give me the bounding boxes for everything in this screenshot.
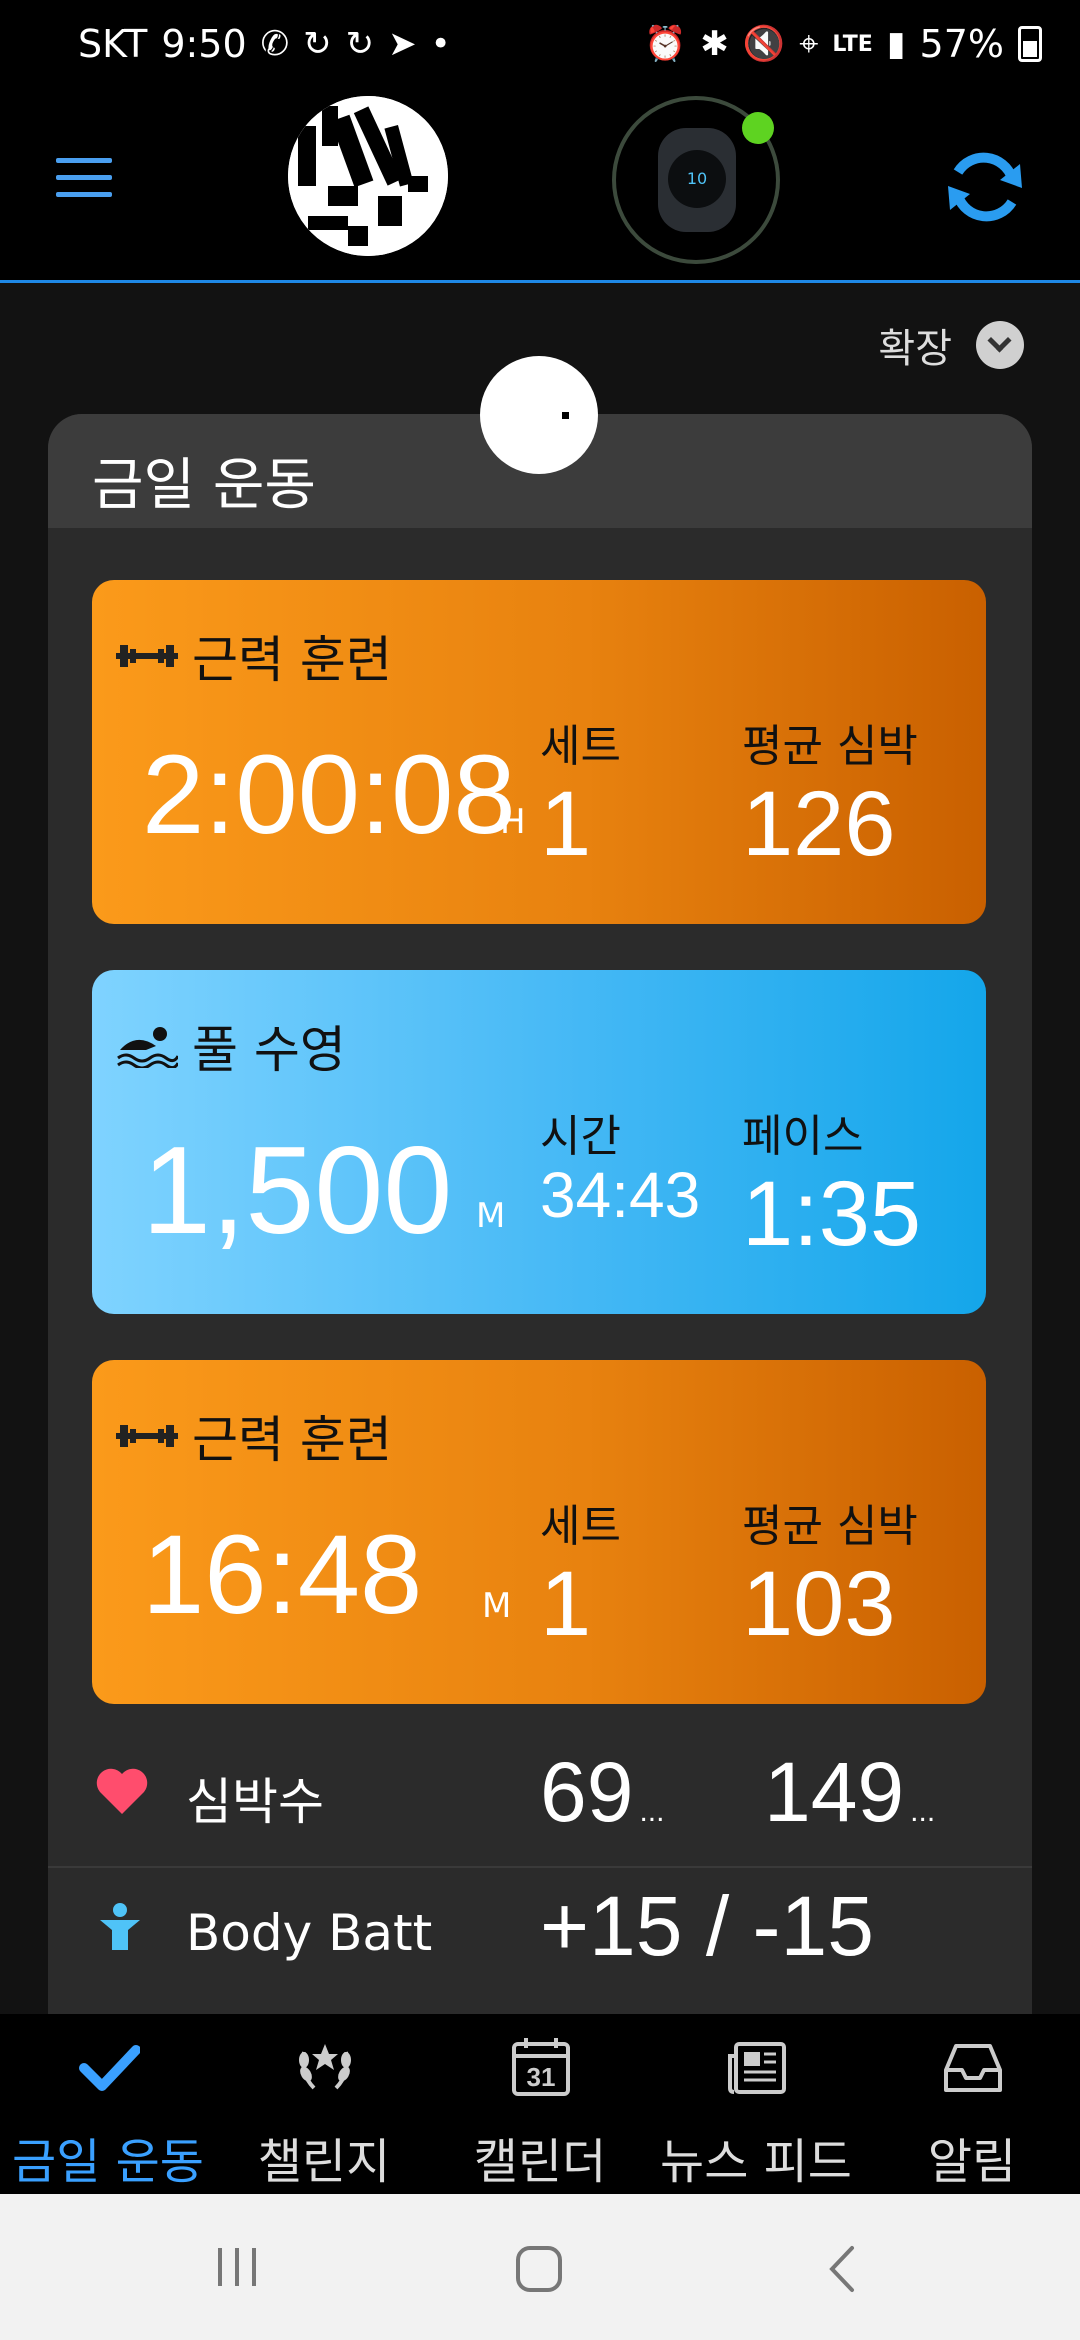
checkmark-icon	[79, 2045, 140, 2091]
bluetooth-icon: ✱	[700, 24, 729, 64]
sync-icon[interactable]	[940, 142, 1030, 232]
today-activity-panel: 금일 운동 근력 훈련 2:00:08 H 세트 1 평균 심박 126 풀 수…	[48, 414, 1032, 2014]
heart-icon	[96, 1768, 148, 1814]
nav-label: 알림	[927, 2134, 1017, 2190]
duration-unit: H	[500, 802, 526, 842]
nav-label: 뉴스 피드	[660, 2134, 852, 2190]
mute-icon: 🔇	[742, 24, 786, 64]
activity-distance: 1,500	[142, 1122, 453, 1260]
page-title: 금일 운동	[92, 453, 316, 518]
heart-rate-label: 심박수	[186, 1773, 324, 1831]
connected-status-dot	[742, 112, 774, 144]
avg-hr-value: 103	[742, 1553, 896, 1655]
profile-avatar[interactable]	[288, 96, 448, 256]
pace-value: 1:35	[742, 1163, 922, 1265]
max-hr-value: 149...	[764, 1745, 936, 1839]
nav-today[interactable]: 금일 운동	[0, 2014, 216, 2194]
dot-indicator: •	[430, 24, 451, 64]
activity-duration: 2:00:08	[142, 732, 516, 857]
activity-name: 근력 훈련	[192, 631, 392, 689]
activity-duration: 16:48	[142, 1512, 423, 1637]
expand-toggle[interactable]: 확장	[878, 316, 1024, 374]
activity-card-strength-2[interactable]: 근력 훈련 16:48 M 세트 1 평균 심박 103	[92, 1360, 986, 1704]
time-value: 34:43	[540, 1159, 701, 1231]
heart-rate-row[interactable]: 심박수 69... 149...	[48, 1714, 1032, 1868]
watch-icon: 10	[658, 128, 736, 232]
activity-name: 풀 수영	[192, 1021, 346, 1079]
sets-label: 세트	[540, 1501, 621, 1552]
avg-hr-label: 평균 심박	[742, 721, 918, 772]
call-icon: ✆	[260, 24, 290, 64]
sync-status-icon: ↻	[303, 24, 332, 64]
menu-icon[interactable]	[56, 158, 112, 202]
duration-unit: M	[482, 1586, 512, 1626]
resting-hr-value: 69...	[540, 1745, 665, 1839]
dumbbell-icon	[116, 1425, 178, 1447]
navigation-icon: ➤	[388, 24, 417, 64]
home-icon[interactable]	[514, 2244, 564, 2294]
status-right: ⏰ ✱ 🔇 ⌖ LTE ▮ 57%	[644, 22, 1042, 66]
nav-label: 금일 운동	[12, 2134, 204, 2190]
body-battery-icon	[100, 1903, 140, 1950]
distance-unit: M	[476, 1196, 506, 1236]
nav-calendar[interactable]: 31 캘린더	[432, 2014, 648, 2194]
nav-notifications[interactable]: 알림	[864, 2014, 1080, 2194]
battery-icon	[1018, 26, 1042, 62]
chevron-down-icon	[976, 321, 1024, 369]
sets-value: 1	[540, 1553, 592, 1655]
connected-device-watch[interactable]: 10	[612, 96, 780, 264]
activity-name: 근력 훈련	[192, 1411, 392, 1469]
laurel-icon	[299, 2044, 351, 2090]
pace-label: 페이스	[742, 1111, 864, 1162]
time-label: 시간	[540, 1111, 621, 1162]
expand-label: 확장	[878, 326, 952, 372]
nav-label: 캘린더	[473, 2134, 607, 2190]
nav-label: 챌린지	[257, 2134, 391, 2190]
back-icon[interactable]	[822, 2244, 862, 2294]
swimmer-icon	[117, 1027, 178, 1068]
activity-card-strength-1[interactable]: 근력 훈련 2:00:08 H 세트 1 평균 심박 126	[92, 580, 986, 924]
inbox-icon	[944, 2044, 1002, 2092]
body-battery-label: Body Batt	[186, 1904, 433, 1962]
status-bar: SKT 9:50 ✆ ↻ ↻ ➤ • ⏰ ✱ 🔇 ⌖ LTE ▮ 57%	[0, 0, 1080, 96]
nav-newsfeed[interactable]: 뉴스 피드	[648, 2014, 864, 2194]
clock: 9:50	[161, 22, 247, 66]
sync-status-icon-2: ↻	[345, 24, 375, 64]
status-left: SKT 9:50 ✆ ↻ ↻ ➤ •	[78, 22, 451, 66]
sets-label: 세트	[540, 721, 621, 772]
bottom-navigation: 금일 운동 챌린지 31 캘린더 뉴스 피드 알림	[0, 2014, 1080, 2194]
floating-handle[interactable]	[480, 356, 598, 474]
svg-text:31: 31	[527, 2062, 556, 2092]
nav-challenges[interactable]: 챌린지	[216, 2014, 432, 2194]
location-icon: ⌖	[799, 24, 819, 64]
newspaper-icon	[728, 2042, 786, 2094]
recent-apps-icon[interactable]	[214, 2244, 260, 2290]
signal-icon: ▮	[886, 24, 906, 64]
carrier-label: SKT	[78, 22, 148, 66]
battery-percent: 57%	[919, 22, 1004, 66]
body-battery-value: +15 / -15	[540, 1879, 874, 1973]
dumbbell-icon	[116, 645, 178, 667]
app-top-bar: 10	[0, 96, 1080, 283]
avg-hr-label: 평균 심박	[742, 1501, 918, 1552]
alarm-icon: ⏰	[644, 24, 687, 64]
calendar-icon: 31	[512, 2038, 570, 2096]
system-navigation-bar	[0, 2194, 1080, 2340]
avg-hr-value: 126	[742, 773, 896, 875]
network-type: LTE	[832, 31, 873, 57]
activity-card-swim[interactable]: 풀 수영 1,500 M 시간 34:43 페이스 1:35	[92, 970, 986, 1314]
body-battery-row[interactable]: Body Batt +15 / -15	[48, 1868, 1032, 2014]
sets-value: 1	[540, 773, 592, 875]
